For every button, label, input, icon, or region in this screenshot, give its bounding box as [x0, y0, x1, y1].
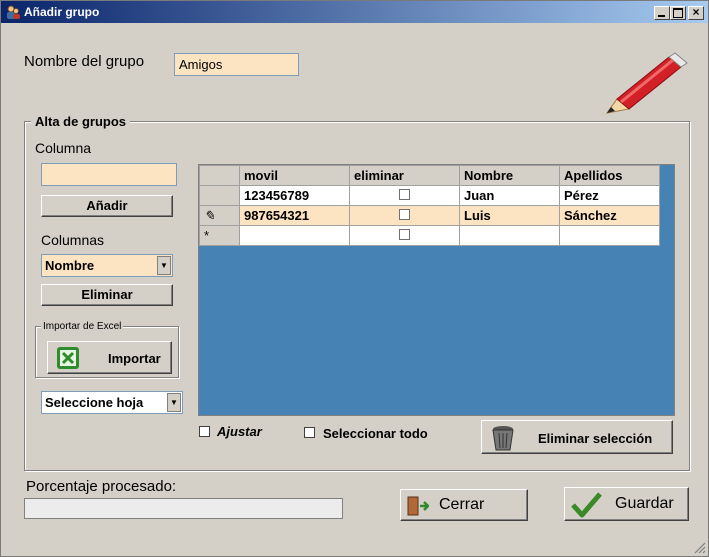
progress-bar — [24, 498, 343, 519]
pencil-icon — [605, 52, 688, 114]
excel-group-title: Importar de Excel — [41, 321, 124, 332]
row-selector[interactable] — [199, 185, 240, 206]
trash-icon — [492, 426, 514, 451]
table-row[interactable]: ✎ 987654321 Luis Sánchez — [199, 205, 660, 226]
row-delete-checkbox[interactable] — [399, 209, 410, 220]
close-window-button[interactable]: × — [688, 5, 704, 20]
data-grid[interactable]: movil eliminar Nombre Apellidos 12345678… — [198, 164, 675, 416]
cell-nombre[interactable]: Juan — [459, 185, 560, 206]
table-row[interactable]: 123456789 Juan Pérez — [199, 185, 660, 206]
close-button[interactable]: Cerrar — [400, 489, 528, 521]
sheet-select[interactable]: Seleccione hoja ▼ — [41, 391, 183, 414]
chevron-down-icon: ▼ — [157, 256, 171, 275]
select-all-label: Seleccionar todo — [323, 426, 428, 441]
columns-select-value: Nombre — [45, 258, 95, 273]
ajustar-label: Ajustar — [217, 424, 262, 439]
table-row-new[interactable]: * — [199, 225, 660, 246]
add-group-window: Añadir grupo × Nombre del grupo Amigos A… — [0, 0, 709, 557]
checkmark-icon — [571, 492, 602, 518]
exit-door-icon — [407, 496, 429, 516]
column-label: Columna — [35, 140, 92, 156]
cell-eliminar[interactable] — [349, 185, 460, 206]
import-label: Importar — [108, 351, 161, 366]
chevron-down-icon: ▼ — [167, 393, 181, 412]
grid-table: movil eliminar Nombre Apellidos 12345678… — [199, 165, 660, 246]
column-input[interactable] — [41, 163, 177, 186]
delete-selection-label: Eliminar selección — [538, 431, 653, 446]
cell-apellidos[interactable]: Sánchez — [559, 205, 660, 226]
cell-eliminar[interactable] — [349, 225, 460, 246]
grid-corner — [199, 165, 240, 186]
remove-column-button[interactable]: Eliminar — [41, 284, 173, 306]
columns-label: Columnas — [41, 232, 105, 248]
cell-eliminar[interactable] — [349, 205, 460, 226]
maximize-button[interactable] — [670, 6, 686, 20]
select-all-checkbox[interactable] — [304, 427, 315, 438]
section-title: Alta de grupos — [31, 114, 131, 129]
grid-header-eliminar[interactable]: eliminar — [349, 165, 460, 186]
resize-grip-icon[interactable] — [694, 542, 706, 554]
close-icon: × — [692, 5, 700, 19]
window-title: Añadir grupo — [24, 5, 100, 19]
cell-apellidos[interactable]: Pérez — [559, 185, 660, 206]
minimize-button[interactable] — [654, 6, 670, 20]
columns-select[interactable]: Nombre ▼ — [41, 254, 173, 277]
ajustar-checkbox[interactable] — [199, 426, 210, 437]
row-delete-checkbox[interactable] — [399, 229, 410, 240]
group-name-input[interactable]: Amigos — [174, 53, 299, 76]
row-selector-editing[interactable]: ✎ — [199, 205, 240, 226]
save-button[interactable]: Guardar — [564, 487, 689, 521]
cell-nombre[interactable]: Luis — [459, 205, 560, 226]
sheet-select-value: Seleccione hoja — [45, 395, 144, 410]
delete-selection-button[interactable]: Eliminar selección — [481, 420, 673, 454]
cell-movil[interactable]: 123456789 — [239, 185, 350, 206]
grid-header-movil[interactable]: movil — [239, 165, 350, 186]
cell-nombre[interactable] — [459, 225, 560, 246]
users-icon — [7, 5, 20, 19]
client-area: Nombre del grupo Amigos Alta de grupos C… — [1, 23, 708, 556]
maximize-icon — [673, 8, 683, 18]
cell-movil[interactable] — [239, 225, 350, 246]
cell-movil[interactable]: 987654321 — [239, 205, 350, 226]
save-label: Guardar — [615, 495, 674, 512]
row-delete-checkbox[interactable] — [399, 189, 410, 200]
row-selector-new[interactable]: * — [199, 225, 240, 246]
excel-icon — [57, 347, 79, 369]
grid-header-apellidos[interactable]: Apellidos — [559, 165, 660, 186]
progress-label: Porcentaje procesado: — [26, 478, 177, 495]
add-column-button[interactable]: Añadir — [41, 195, 173, 217]
cell-apellidos[interactable] — [559, 225, 660, 246]
import-excel-button[interactable]: Importar — [47, 341, 172, 374]
grid-header-row: movil eliminar Nombre Apellidos — [199, 165, 660, 186]
grid-header-nombre[interactable]: Nombre — [459, 165, 560, 186]
title-bar: Añadir grupo × — [1, 1, 708, 23]
minimize-icon — [658, 15, 665, 17]
close-label: Cerrar — [439, 496, 485, 513]
group-name-label: Nombre del grupo — [24, 53, 145, 70]
